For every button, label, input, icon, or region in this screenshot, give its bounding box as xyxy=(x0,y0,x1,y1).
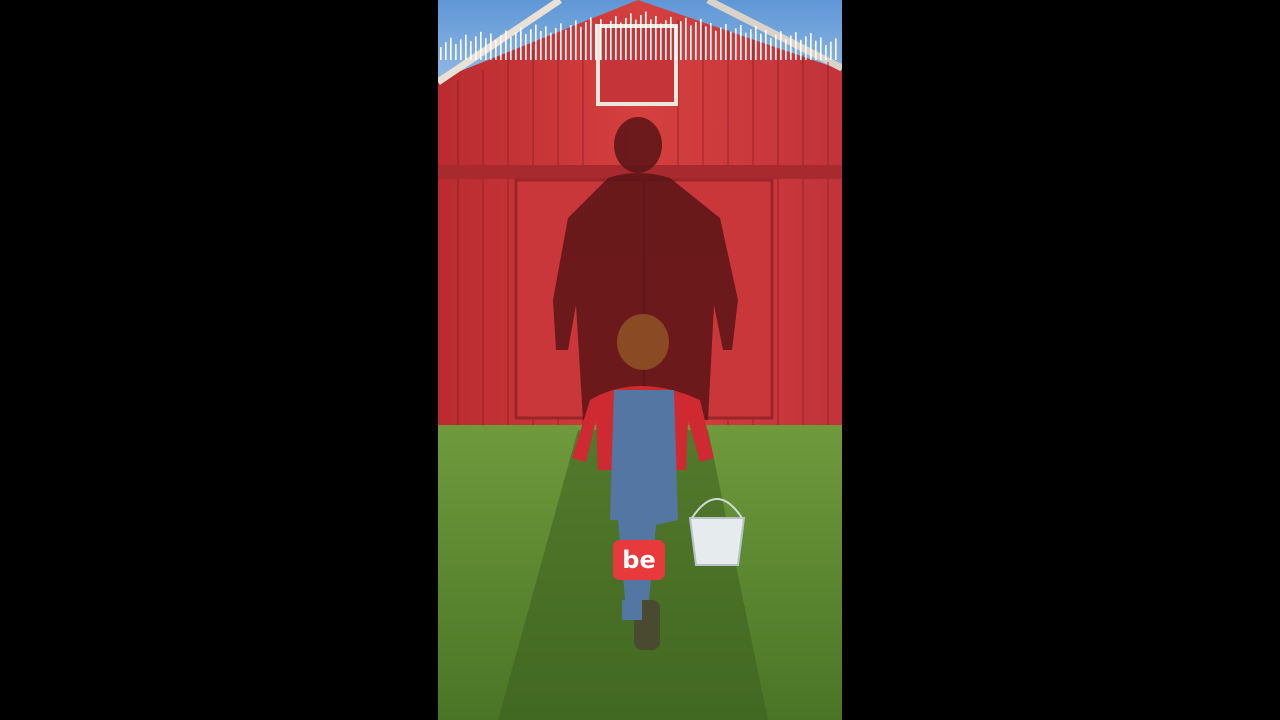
waveform-bar xyxy=(720,27,722,60)
waveform-bar xyxy=(695,22,697,60)
caption-word: be xyxy=(613,540,665,580)
waveform-bar xyxy=(545,26,547,60)
waveform-bar xyxy=(470,41,472,60)
video-frame: be xyxy=(438,0,842,720)
waveform-bar xyxy=(515,32,517,60)
waveform-bar xyxy=(450,37,452,60)
waveform-bar xyxy=(745,32,747,60)
waveform-bar xyxy=(520,27,522,60)
waveform-bar xyxy=(675,24,677,60)
waveform-bar xyxy=(460,39,462,60)
waveform-bar xyxy=(690,25,692,60)
waveform-bar xyxy=(580,26,582,60)
waveform-bar xyxy=(825,45,827,60)
waveform-bar xyxy=(525,33,527,60)
waveform-bar xyxy=(685,17,687,60)
waveform-bar xyxy=(560,23,562,60)
waveform-bar xyxy=(480,31,482,60)
waveform-bar xyxy=(510,36,512,60)
waveform-bar xyxy=(760,33,762,60)
waveform-bar xyxy=(445,42,447,60)
waveform-bar xyxy=(455,44,457,60)
waveform-bar xyxy=(565,29,567,60)
waveform-bar xyxy=(495,39,497,60)
waveform-bar xyxy=(465,34,467,60)
waveform-bar xyxy=(595,23,597,60)
waveform-bar xyxy=(770,37,772,60)
waveform-bar xyxy=(805,36,807,60)
waveform-bar xyxy=(585,22,587,60)
barn-scene-image xyxy=(438,0,842,720)
waveform-bar xyxy=(765,30,767,60)
waveform-bar xyxy=(705,26,707,60)
waveform-bar xyxy=(795,32,797,60)
waveform-bar xyxy=(755,25,757,60)
waveform-bar xyxy=(625,17,627,60)
waveform-bar xyxy=(735,28,737,60)
waveform-bar xyxy=(555,28,557,60)
waveform-bar xyxy=(490,33,492,60)
waveform-bar xyxy=(800,39,802,60)
waveform-bar xyxy=(715,30,717,60)
waveform-bar xyxy=(650,19,652,60)
waveform-bar xyxy=(785,38,787,60)
waveform-bar xyxy=(645,11,647,60)
waveform-bar xyxy=(710,23,712,60)
waveform-bar xyxy=(700,18,702,60)
waveform-bar xyxy=(740,25,742,60)
waveform-bar xyxy=(570,25,572,60)
waveform-bar xyxy=(600,19,602,60)
waveform-bar xyxy=(550,32,552,60)
waveform-bar xyxy=(655,15,657,60)
waveform-bar xyxy=(535,24,537,60)
waveform-bar xyxy=(640,15,642,60)
waveform-bar xyxy=(820,37,822,60)
waveform-bar xyxy=(815,40,817,60)
waveform-bar xyxy=(660,23,662,60)
waveform-bar xyxy=(615,16,617,60)
waveform-bar xyxy=(505,30,507,60)
waveform-bar xyxy=(730,31,732,60)
waveform-bar xyxy=(670,16,672,60)
waveform-bar xyxy=(775,34,777,60)
waveform-bar xyxy=(750,29,752,60)
waveform-bar xyxy=(635,19,637,60)
waveform-bar xyxy=(665,20,667,60)
waveform-bar xyxy=(830,41,832,60)
waveform-bar xyxy=(610,20,612,60)
waveform-bar xyxy=(605,25,607,60)
waveform-bar xyxy=(680,21,682,60)
waveform-bar xyxy=(725,24,727,60)
waveform-bar xyxy=(780,31,782,60)
waveform-bar xyxy=(575,20,577,60)
waveform-bar xyxy=(540,31,542,60)
waveform-bar xyxy=(630,13,632,60)
waveform-bar xyxy=(620,22,622,60)
audio-waveform xyxy=(440,11,837,60)
waveform-bar xyxy=(810,33,812,60)
waveform-bar xyxy=(530,29,532,60)
waveform-bar xyxy=(485,38,487,60)
waveform-bar xyxy=(790,35,792,60)
waveform-bar xyxy=(440,47,442,60)
waveform-bar xyxy=(475,36,477,60)
waveform-bar xyxy=(500,35,502,60)
waveform-bar xyxy=(590,17,592,60)
waveform-bar xyxy=(835,38,837,60)
